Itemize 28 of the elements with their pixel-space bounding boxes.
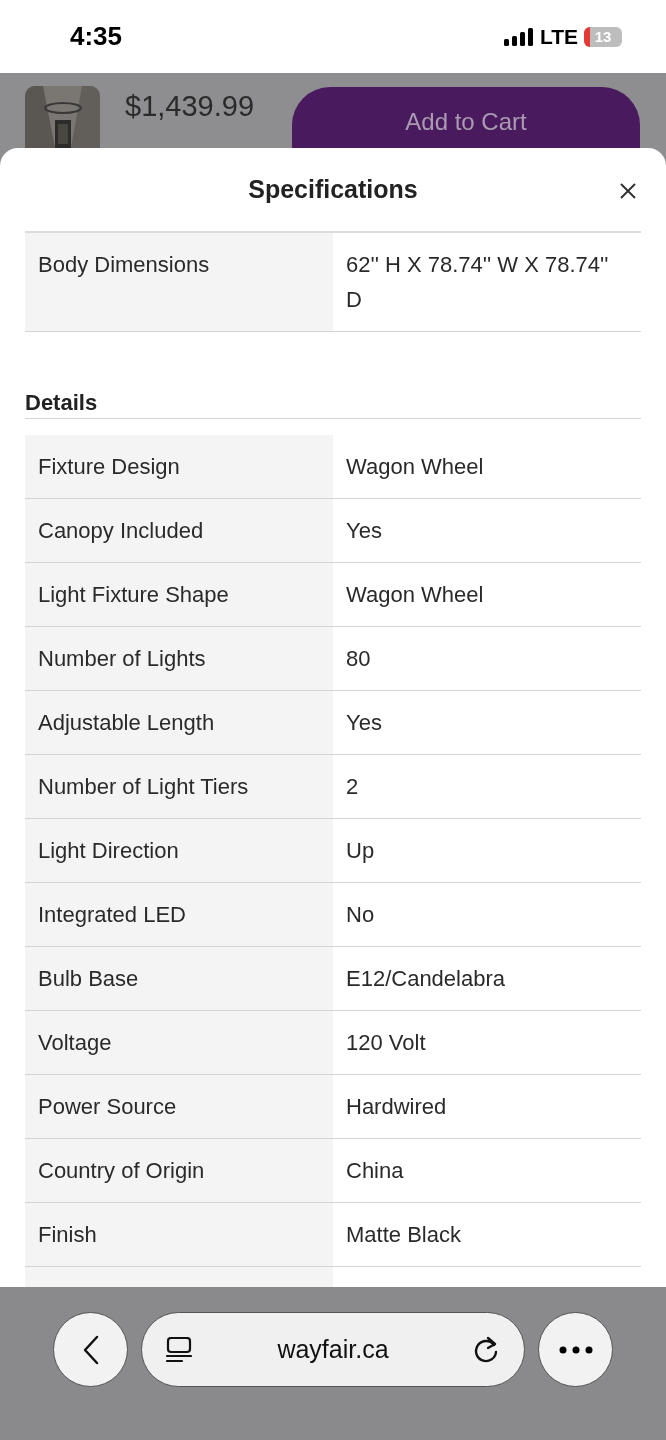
reload-icon[interactable] [474,1335,500,1364]
product-price: $1,439.99 [125,90,254,123]
spec-label: Body Dimensions [25,233,333,331]
url-text: wayfair.ca [277,1335,389,1364]
spec-label: Integrated LED [25,883,333,946]
spec-label: Adjustable Length [25,691,333,754]
spec-label: Bulb Base [25,947,333,1010]
spec-label: Light Direction [25,819,333,882]
section-heading: Details [25,388,641,419]
spec-label: Canopy Included [25,499,333,562]
address-bar[interactable]: wayfair.ca [141,1312,525,1387]
battery-indicator: 13 [584,26,622,47]
spec-label: Voltage [25,1011,333,1074]
more-icon [558,1345,593,1354]
sheet-title: Specifications [248,175,418,204]
spec-label: Light Fixture Shape [25,563,333,626]
reader-icon[interactable] [166,1336,192,1363]
spec-label: Finish [25,1203,333,1266]
status-time: 4:35 [70,21,123,52]
spec-label: Number of Light Tiers [25,755,333,818]
spec-label: Number of Lights [25,627,333,690]
network-label: LTE [539,24,578,49]
spec-label: Country of Origin [25,1139,333,1202]
add-to-cart-button[interactable]: Add to Cart [292,87,640,148]
close-icon[interactable] [619,182,637,200]
signal-icon [503,27,534,46]
spec-label: Power Source [25,1075,333,1138]
spec-label: Fixture Design [25,435,333,498]
